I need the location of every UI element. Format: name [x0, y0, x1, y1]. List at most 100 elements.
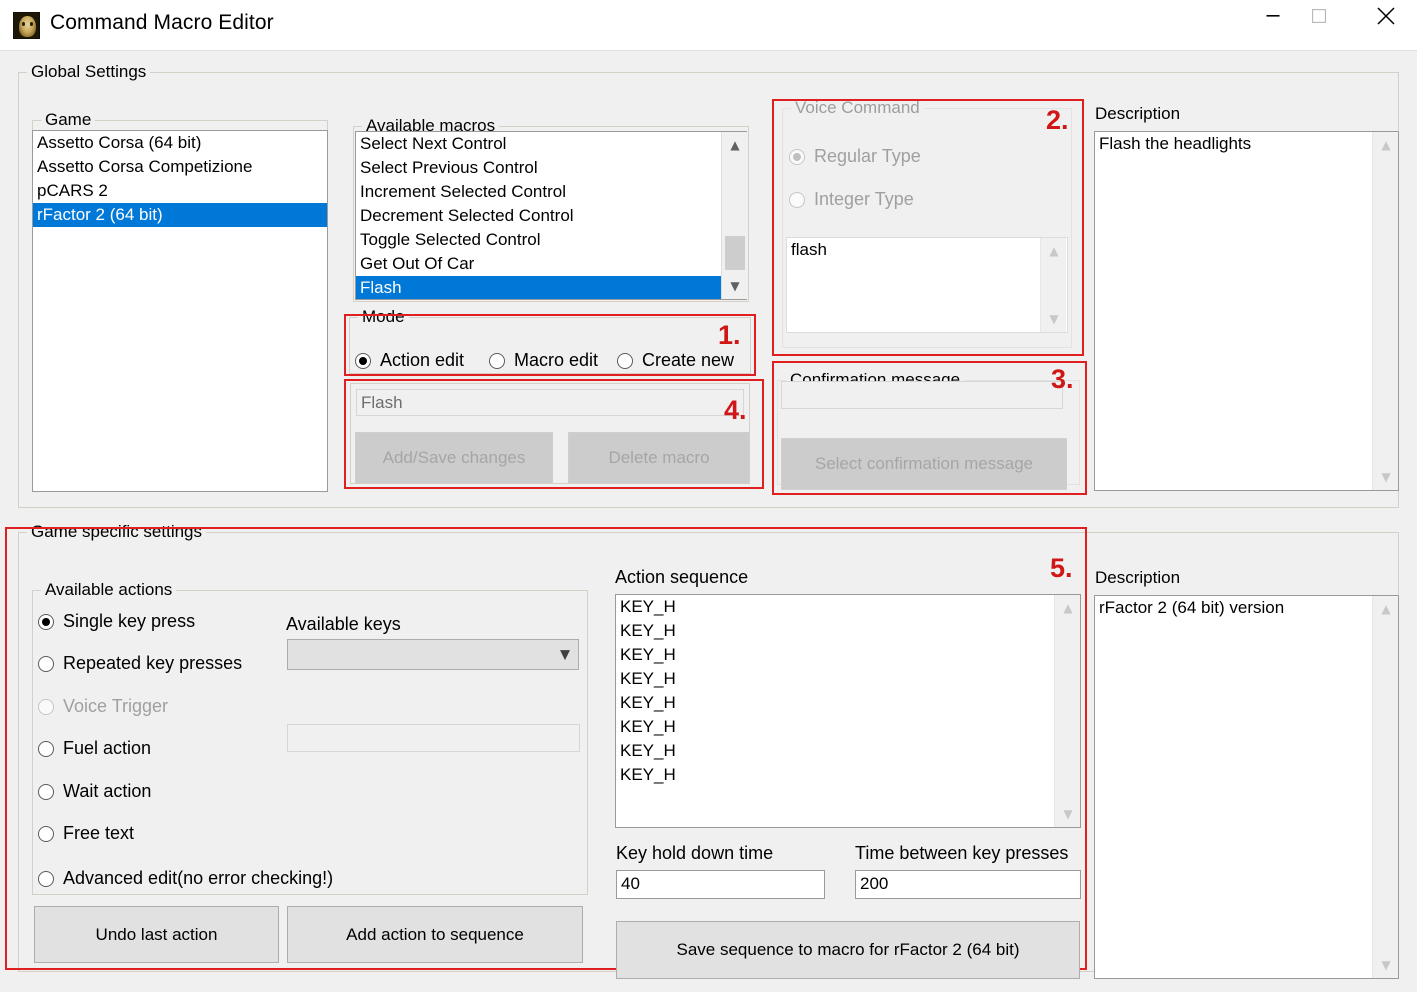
- action-sequence-scrollbar[interactable]: ▲ ▼: [1054, 595, 1080, 827]
- save-sequence-button[interactable]: Save sequence to macro for rFactor 2 (64…: [616, 921, 1080, 979]
- mode-option-label: Macro edit: [514, 350, 599, 370]
- scrollbar-thumb[interactable]: [725, 236, 745, 270]
- mode-radio-macro-edit[interactable]: Macro edit: [489, 350, 598, 371]
- list-item[interactable]: Assetto Corsa (64 bit): [33, 131, 327, 155]
- voice-command-option-label: Integer Type: [814, 189, 914, 209]
- list-item[interactable]: Increment Selected Control: [356, 180, 746, 204]
- undo-last-action-button[interactable]: Undo last action: [34, 906, 279, 963]
- action-radio-repeated-key-presses[interactable]: Repeated key presses: [38, 653, 242, 674]
- voice-command-radio-regular-type[interactable]: Regular Type: [789, 146, 921, 167]
- action-sequence-listbox[interactable]: KEY_H KEY_H KEY_H KEY_H KEY_H KEY_H KEY_…: [615, 594, 1081, 828]
- list-item[interactable]: KEY_H: [616, 595, 1080, 619]
- list-item[interactable]: Decrement Selected Control: [356, 204, 746, 228]
- add-save-changes-label: Add/Save changes: [382, 448, 526, 467]
- annotation-number-5: 5.: [1050, 553, 1073, 583]
- list-item[interactable]: Get Out Of Car: [356, 252, 746, 276]
- scroll-up-icon[interactable]: ▲: [1373, 596, 1399, 622]
- chevron-down-icon[interactable]: ▼: [560, 647, 570, 662]
- action-radio-fuel-action[interactable]: Fuel action: [38, 738, 151, 759]
- list-item[interactable]: KEY_H: [616, 619, 1080, 643]
- mode-option-label: Create new: [642, 350, 735, 370]
- radio-dot-icon: [617, 352, 633, 369]
- time-between-key-presses-label: Time between key presses: [855, 843, 1069, 863]
- minimize-button[interactable]: [1250, 0, 1296, 32]
- action-radio-advanced-edit[interactable]: Advanced edit(no error checking!): [38, 868, 333, 889]
- list-item[interactable]: Toggle Selected Control: [356, 228, 746, 252]
- mode-radio-create-new[interactable]: Create new: [617, 350, 734, 371]
- action-radio-wait-action[interactable]: Wait action: [38, 781, 151, 802]
- list-item[interactable]: pCARS 2: [33, 179, 327, 203]
- available-macros-scrollbar[interactable]: ▲ ▼: [721, 132, 747, 299]
- voice-command-radio-integer-type[interactable]: Integer Type: [789, 189, 914, 210]
- key-hold-down-time-label: Key hold down time: [616, 843, 774, 863]
- action-radio-single-key-press[interactable]: Single key press: [38, 611, 195, 632]
- window-title: Command Macro Editor: [50, 11, 274, 34]
- voice-command-listbox[interactable]: flash: [786, 237, 1068, 333]
- list-item[interactable]: KEY_H: [616, 691, 1080, 715]
- annotation-number-1: 1.: [718, 320, 741, 350]
- voice-command-scrollbar[interactable]: ▲ ▼: [1040, 238, 1066, 332]
- macro-name-field[interactable]: Flash: [356, 389, 744, 416]
- action-parameter-field[interactable]: [287, 724, 580, 752]
- available-keys-label: Available keys: [286, 614, 401, 634]
- action-sequence-label: Action sequence: [615, 567, 749, 587]
- action-option-label: Wait action: [63, 781, 152, 801]
- list-item[interactable]: Select Previous Control: [356, 156, 746, 180]
- scroll-down-icon[interactable]: ▼: [1373, 952, 1399, 978]
- scroll-up-icon[interactable]: ▲: [722, 132, 748, 158]
- game-specific-settings-title: Game specific settings: [27, 522, 207, 542]
- global-description-label: Description: [1095, 104, 1181, 123]
- action-radio-voice-trigger[interactable]: Voice Trigger: [38, 696, 168, 717]
- radio-dot-icon: [38, 870, 54, 887]
- voice-command-option-label: Regular Type: [814, 146, 921, 166]
- list-item[interactable]: KEY_H: [616, 715, 1080, 739]
- list-item[interactable]: KEY_H: [616, 667, 1080, 691]
- mode-label: Mode: [358, 307, 409, 327]
- add-save-changes-button[interactable]: Add/Save changes: [355, 432, 553, 484]
- scroll-up-icon[interactable]: ▲: [1041, 238, 1067, 264]
- game-description-box: rFactor 2 (64 bit) version: [1094, 595, 1399, 979]
- delete-macro-button[interactable]: Delete macro: [568, 432, 750, 484]
- add-action-to-sequence-button[interactable]: Add action to sequence: [287, 906, 583, 963]
- radio-dot-icon: [38, 740, 54, 757]
- voice-command-label: Voice Command: [791, 98, 924, 118]
- undo-last-action-label: Undo last action: [95, 924, 218, 944]
- radio-dot-icon: [789, 191, 805, 208]
- game-description-text: rFactor 2 (64 bit) version: [1099, 598, 1285, 617]
- available-keys-dropdown[interactable]: ▼: [287, 639, 579, 670]
- scroll-down-icon[interactable]: ▼: [1055, 801, 1081, 827]
- mode-option-label: Action edit: [380, 350, 465, 370]
- list-item[interactable]: Flash: [356, 276, 746, 299]
- scroll-down-icon[interactable]: ▼: [722, 273, 748, 299]
- annotation-number-2: 2.: [1046, 105, 1069, 135]
- radio-dot-icon: [38, 783, 54, 800]
- scroll-up-icon[interactable]: ▲: [1373, 132, 1399, 158]
- list-item[interactable]: Assetto Corsa Competizione: [33, 155, 327, 179]
- game-listbox[interactable]: Assetto Corsa (64 bit) Assetto Corsa Com…: [32, 130, 328, 492]
- scroll-down-icon[interactable]: ▼: [1373, 464, 1399, 490]
- action-option-label: Advanced edit(no error checking!): [63, 868, 334, 888]
- mode-radio-action-edit[interactable]: Action edit: [355, 350, 464, 371]
- list-item[interactable]: flash: [787, 238, 1067, 262]
- time-between-key-presses-input[interactable]: 200: [855, 870, 1081, 899]
- time-between-key-presses-value: 200: [860, 874, 889, 893]
- key-hold-down-time-value: 40: [621, 874, 640, 893]
- key-hold-down-time-input[interactable]: 40: [616, 870, 825, 899]
- available-macros-listbox[interactable]: Select Next Control Select Previous Cont…: [355, 131, 747, 300]
- radio-dot-icon: [38, 613, 54, 630]
- list-item[interactable]: Select Next Control: [356, 132, 746, 156]
- list-item[interactable]: rFactor 2 (64 bit): [33, 203, 327, 227]
- confirmation-message-field[interactable]: [781, 381, 1063, 409]
- scroll-down-icon[interactable]: ▼: [1041, 306, 1067, 332]
- scroll-up-icon[interactable]: ▲: [1055, 595, 1081, 621]
- list-item[interactable]: KEY_H: [616, 763, 1080, 787]
- list-item[interactable]: KEY_H: [616, 739, 1080, 763]
- radio-dot-icon: [789, 148, 805, 165]
- game-description-scrollbar[interactable]: ▲ ▼: [1372, 596, 1398, 978]
- action-radio-free-text[interactable]: Free text: [38, 823, 134, 844]
- maximize-button[interactable]: [1296, 0, 1342, 32]
- select-confirmation-message-button[interactable]: Select confirmation message: [781, 438, 1067, 490]
- list-item[interactable]: KEY_H: [616, 643, 1080, 667]
- close-button[interactable]: [1355, 0, 1417, 32]
- global-description-scrollbar[interactable]: ▲ ▼: [1372, 132, 1398, 490]
